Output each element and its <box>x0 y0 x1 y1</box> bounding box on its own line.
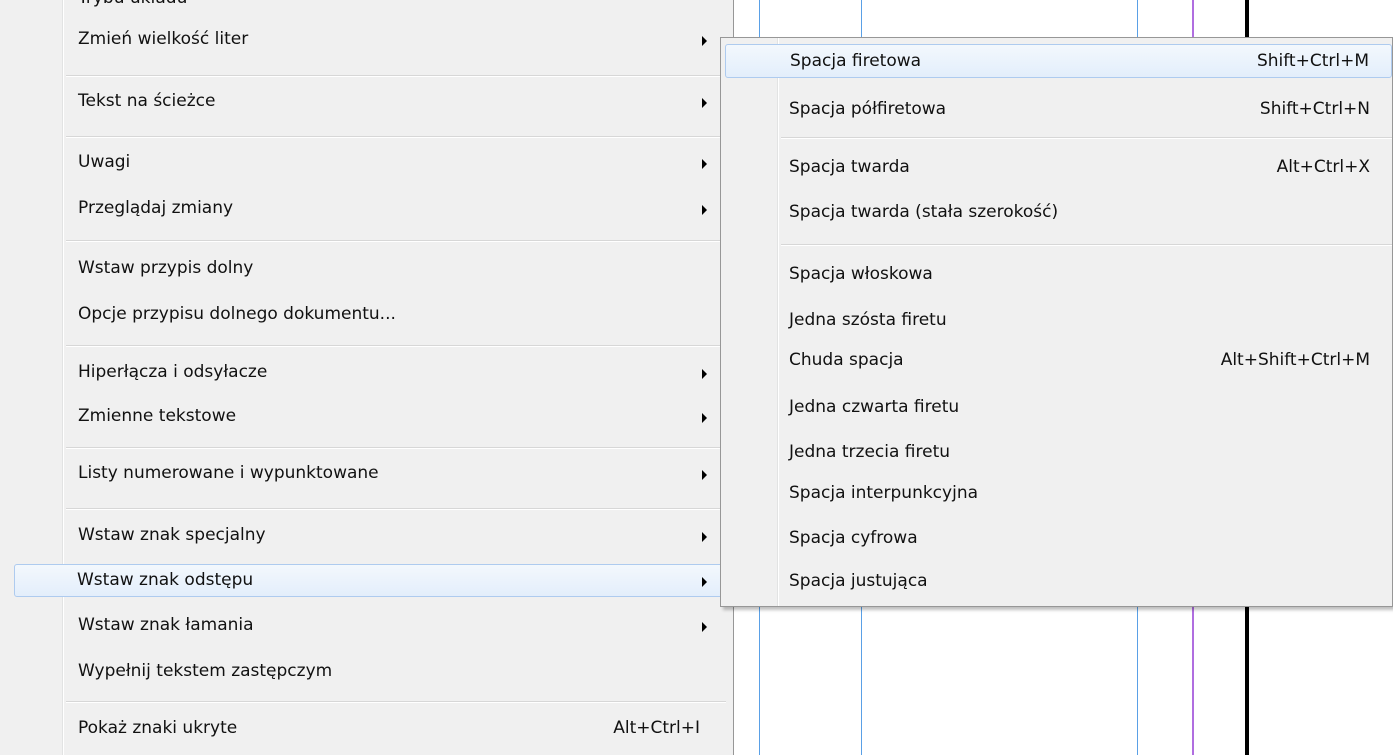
submenu-item-shortcut: Alt+Ctrl+X <box>1276 157 1370 177</box>
menu-item-notes[interactable]: Uwagi <box>2 147 726 180</box>
menu-item-footnote-options[interactable]: Opcje przypisu dolnego dokumentu... <box>2 299 726 332</box>
menu-item-shortcut: Alt+Ctrl+I <box>613 718 700 738</box>
submenu-item-third-space[interactable]: Jedna trzecia firetu <box>725 436 1392 470</box>
white-space-submenu: Spacja firetowa Shift+Ctrl+M Spacja półf… <box>720 37 1393 607</box>
submenu-item-quarter-space[interactable]: Jedna czwarta firetu <box>725 391 1392 425</box>
menu-item-insert-break-character[interactable]: Wstaw znak łamania <box>2 610 726 643</box>
submenu-item-label: Spacja interpunkcyjna <box>789 483 979 503</box>
submenu-item-nonbreaking-space[interactable]: Spacja twarda Alt+Ctrl+X <box>725 151 1392 185</box>
submenu-item-label: Chuda spacja <box>789 350 904 370</box>
submenu-item-em-space[interactable]: Spacja firetowa Shift+Ctrl+M <box>725 44 1392 78</box>
menu-item-bullets-numbering[interactable]: Listy numerowane i wypunktowane <box>2 458 726 491</box>
menu-item-insert-special-character[interactable]: Wstaw znak specjalny <box>2 520 726 553</box>
menu-item-hyperlinks[interactable]: Hiperłącza i odsyłacze <box>2 357 726 390</box>
submenu-arrow-icon <box>702 205 707 215</box>
menu-item-label: Wstaw znak łamania <box>78 615 254 635</box>
submenu-item-hair-space[interactable]: Spacja włoskowa <box>725 258 1392 292</box>
submenu-item-label: Spacja firetowa <box>790 51 922 71</box>
menu-item-label: Tekst na ścieżce <box>78 91 216 111</box>
submenu-item-figure-space[interactable]: Spacja cyfrowa <box>725 522 1392 556</box>
menu-item-label: Zmienne tekstowe <box>78 406 237 426</box>
submenu-item-shortcut: Shift+Ctrl+N <box>1259 99 1370 119</box>
submenu-item-label: Spacja półfiretowa <box>789 99 947 119</box>
submenu-arrow-icon <box>702 532 707 542</box>
menu-separator <box>66 447 726 449</box>
submenu-item-label: Spacja justująca <box>789 571 928 591</box>
menu-item-label: Opcje przypisu dolnego dokumentu... <box>78 304 396 324</box>
submenu-item-shortcut: Alt+Shift+Ctrl+M <box>1220 350 1370 370</box>
menu-item-label: Zmień wielkość liter <box>78 29 249 49</box>
menu-item-label: Listy numerowane i wypunktowane <box>78 463 379 483</box>
menu-item-label: Hiperłącza i odsyłacze <box>78 362 268 382</box>
menu-item-text-variables[interactable]: Zmienne tekstowe <box>2 401 726 434</box>
submenu-item-nonbreaking-space-fixed[interactable]: Spacja twarda (stała szerokość) <box>725 196 1392 230</box>
menu-item-label: Wstaw przypis dolny <box>78 258 254 278</box>
menu-item-label: Pokaż znaki ukryte <box>78 718 238 738</box>
submenu-arrow-icon <box>702 577 707 587</box>
submenu-item-label: Jedna czwarta firetu <box>789 397 960 417</box>
submenu-arrow-icon <box>702 622 707 632</box>
submenu-item-label: Spacja twarda <box>789 157 910 177</box>
menu-item-type-on-path[interactable]: Tekst na ścieżce <box>2 86 726 119</box>
submenu-item-flush-space[interactable]: Spacja justująca <box>725 565 1392 599</box>
submenu-item-label: Jedna szósta firetu <box>789 310 947 330</box>
submenu-item-label: Spacja twarda (stała szerokość) <box>789 202 1059 222</box>
menu-separator <box>66 136 726 138</box>
submenu-item-label: Spacja włoskowa <box>789 264 933 284</box>
submenu-arrow-icon <box>702 369 707 379</box>
submenu-item-sixth-space[interactable]: Jedna szósta firetu <box>725 304 1392 338</box>
submenu-item-label: Jedna trzecia firetu <box>789 442 951 462</box>
submenu-arrow-icon <box>702 36 707 46</box>
menu-item-label: Wstaw znak odstępu <box>77 570 254 590</box>
menu-separator <box>781 137 1392 139</box>
menu-item-track-changes[interactable]: Przeglądaj zmiany <box>2 193 726 226</box>
menu-item-insert-white-space[interactable]: Wstaw znak odstępu <box>14 564 724 597</box>
submenu-item-shortcut: Shift+Ctrl+M <box>1256 51 1369 71</box>
context-menu: Trybu układu Zmień wielkość liter Tekst … <box>0 0 734 755</box>
menu-item-label: Uwagi <box>78 152 131 172</box>
menu-item-label: Wypełnij tekstem zastępczym <box>78 661 333 681</box>
menu-separator <box>781 244 1392 246</box>
menu-separator <box>66 345 726 347</box>
submenu-arrow-icon <box>702 98 707 108</box>
menu-item-label: Przeglądaj zmiany <box>78 198 234 218</box>
menu-item-label: Trybu układu <box>78 0 187 8</box>
menu-item-cut-off[interactable]: Trybu układu <box>2 0 726 10</box>
menu-separator <box>66 508 726 510</box>
menu-item-change-case[interactable]: Zmień wielkość liter <box>2 24 726 57</box>
menu-item-fill-placeholder-text[interactable]: Wypełnij tekstem zastępczym <box>2 656 726 689</box>
submenu-arrow-icon <box>702 470 707 480</box>
submenu-arrow-icon <box>702 159 707 169</box>
submenu-arrow-icon <box>702 413 707 423</box>
menu-item-show-hidden-characters[interactable]: Pokaż znaki ukryte Alt+Ctrl+I <box>2 713 726 746</box>
submenu-item-punctuation-space[interactable]: Spacja interpunkcyjna <box>725 477 1392 511</box>
menu-separator <box>66 240 726 242</box>
submenu-item-label: Spacja cyfrowa <box>789 528 918 548</box>
menu-separator <box>66 75 726 77</box>
menu-item-insert-footnote[interactable]: Wstaw przypis dolny <box>2 253 726 286</box>
submenu-item-en-space[interactable]: Spacja półfiretowa Shift+Ctrl+N <box>725 93 1392 127</box>
menu-item-label: Wstaw znak specjalny <box>78 525 266 545</box>
menu-separator <box>66 701 726 703</box>
submenu-item-thin-space[interactable]: Chuda spacja Alt+Shift+Ctrl+M <box>725 344 1392 378</box>
